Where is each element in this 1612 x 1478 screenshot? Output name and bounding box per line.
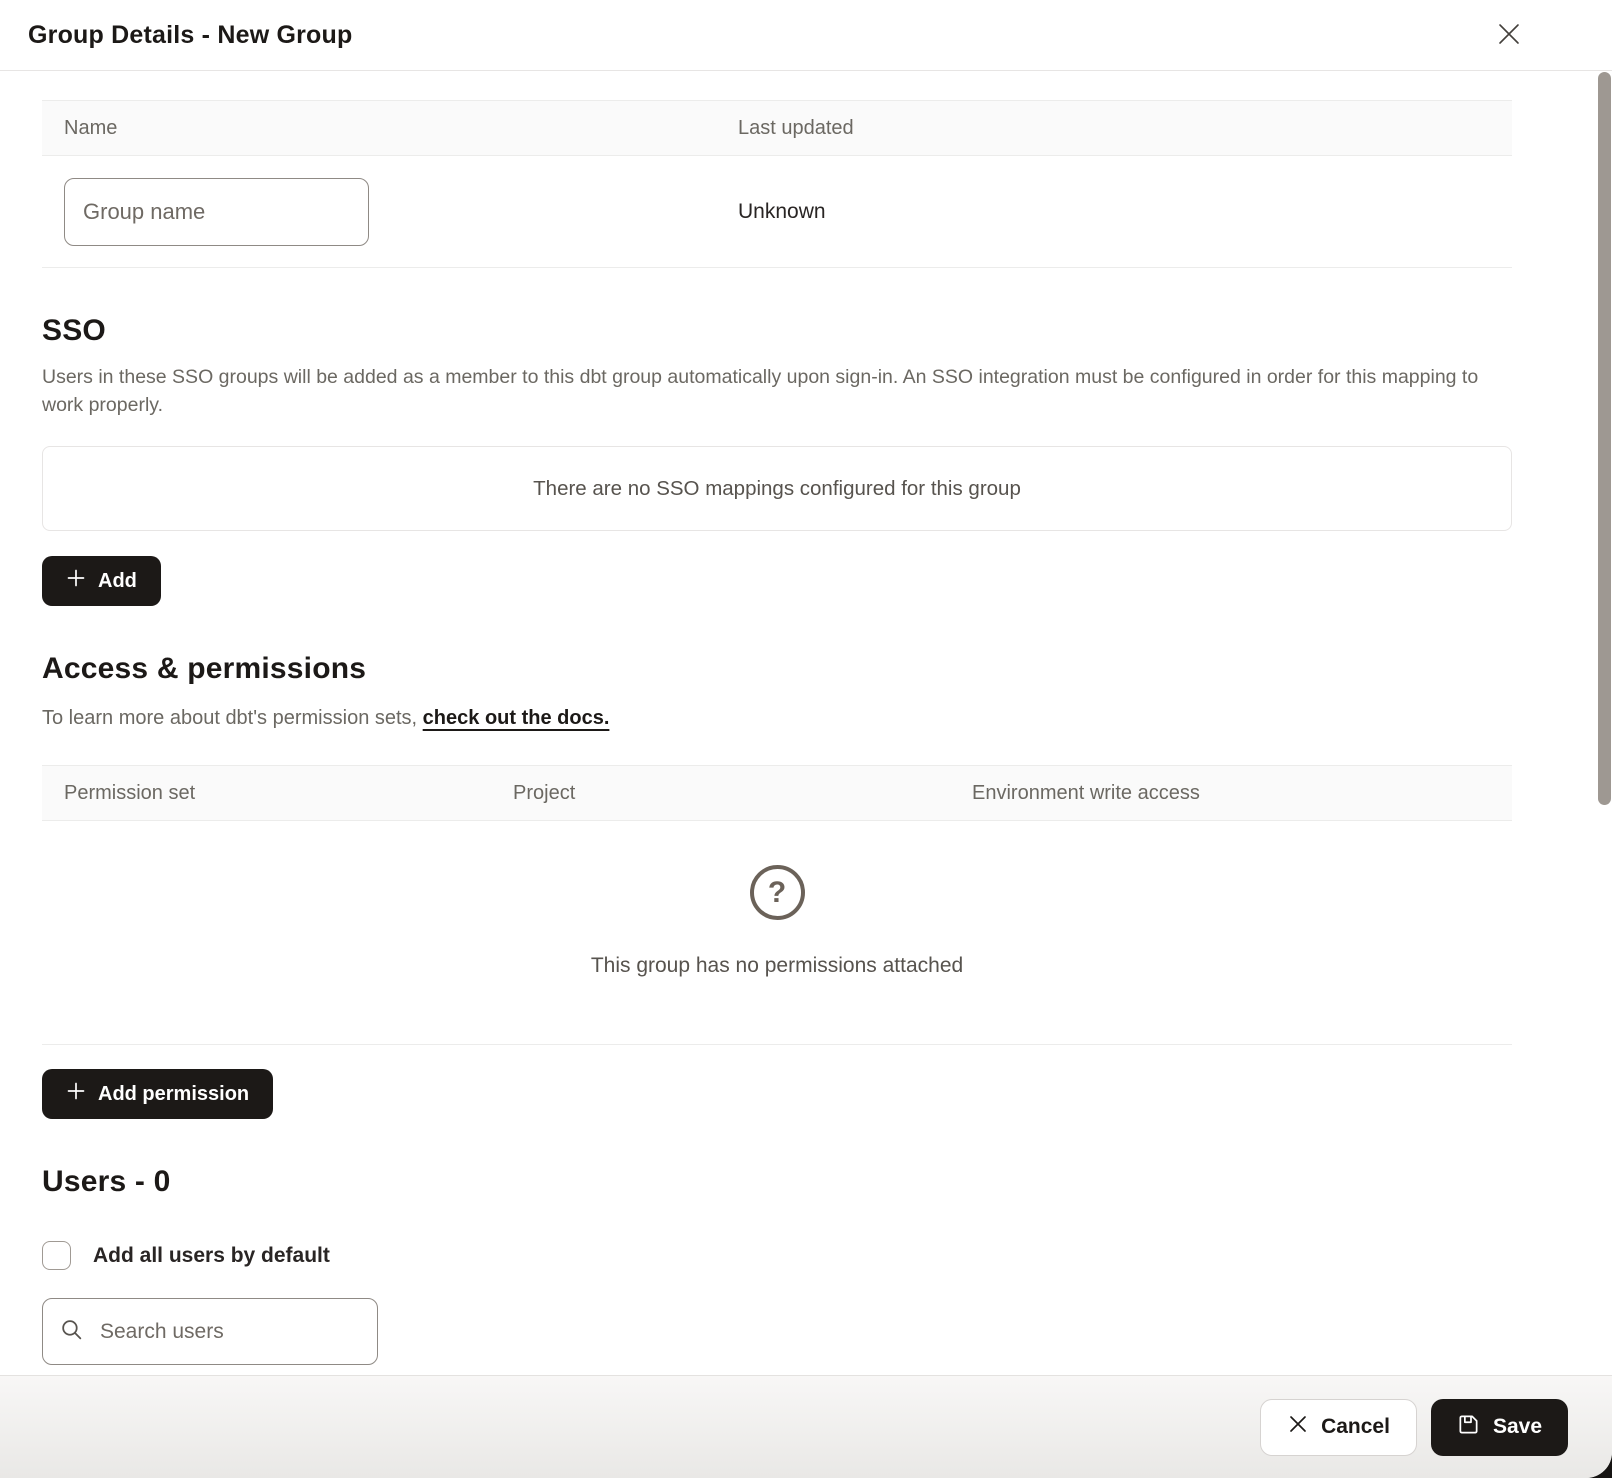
save-button[interactable]: Save xyxy=(1431,1399,1568,1456)
permissions-table-header-row: Permission set Project Environment write… xyxy=(42,765,1512,821)
column-header-environment-write-access: Environment write access xyxy=(950,782,1512,805)
plus-icon xyxy=(66,1081,86,1107)
plus-icon xyxy=(66,568,86,594)
table-row: Unknown xyxy=(42,156,1512,268)
search-icon xyxy=(59,1317,84,1347)
close-button[interactable] xyxy=(1492,18,1526,52)
modal-header: Group Details - New Group xyxy=(0,0,1612,71)
permissions-empty-message: This group has no permissions attached xyxy=(591,954,963,978)
add-all-users-label: Add all users by default xyxy=(93,1244,330,1268)
add-all-users-checkbox[interactable] xyxy=(42,1241,71,1270)
add-all-users-row: Add all users by default xyxy=(42,1241,1512,1270)
search-users-box xyxy=(42,1298,378,1365)
table-header-row: Name Last updated xyxy=(42,100,1512,156)
column-header-last-updated: Last updated xyxy=(716,117,1512,140)
permissions-section-title: Access & permissions xyxy=(42,650,1512,688)
sso-description: Users in these SSO groups will be added … xyxy=(42,363,1502,419)
modal-footer: Cancel Save xyxy=(0,1375,1612,1478)
users-section-title: Users - 0 xyxy=(42,1163,1512,1201)
sso-empty-state: There are no SSO mappings configured for… xyxy=(42,446,1512,531)
cancel-x-icon xyxy=(1287,1413,1309,1441)
cancel-button-label: Cancel xyxy=(1321,1415,1390,1439)
close-icon xyxy=(1496,21,1522,50)
question-mark-icon: ? xyxy=(750,865,805,920)
modal-body: Name Last updated Unknown SSO Users in t… xyxy=(0,71,1612,1365)
group-name-input[interactable] xyxy=(64,178,369,246)
add-permission-button-label: Add permission xyxy=(98,1083,249,1106)
column-header-permission-set: Permission set xyxy=(42,782,491,805)
page-title: Group Details - New Group xyxy=(28,21,352,50)
permissions-empty-state: ? This group has no permissions attached xyxy=(42,821,1512,1045)
group-name-table: Name Last updated Unknown xyxy=(42,100,1512,268)
docs-link[interactable]: check out the docs. xyxy=(423,707,610,729)
add-permission-button[interactable]: Add permission xyxy=(42,1069,273,1119)
save-button-label: Save xyxy=(1493,1415,1542,1439)
column-header-project: Project xyxy=(491,782,950,805)
docs-prefix-text: To learn more about dbt's permission set… xyxy=(42,707,423,729)
permissions-docs-line: To learn more about dbt's permission set… xyxy=(42,704,1512,732)
sso-empty-message: There are no SSO mappings configured for… xyxy=(533,477,1021,501)
search-users-input[interactable] xyxy=(98,1319,373,1345)
add-button-label: Add xyxy=(98,570,137,593)
vertical-scrollbar-thumb[interactable] xyxy=(1598,72,1611,805)
add-sso-mapping-button[interactable]: Add xyxy=(42,556,161,606)
save-floppy-icon xyxy=(1457,1413,1480,1442)
group-details-modal: Group Details - New Group Name Last upda… xyxy=(0,0,1612,1478)
last-updated-value: Unknown xyxy=(716,200,1512,224)
cancel-button[interactable]: Cancel xyxy=(1260,1399,1417,1456)
column-header-name: Name xyxy=(42,117,716,140)
sso-section-title: SSO xyxy=(42,312,1512,350)
